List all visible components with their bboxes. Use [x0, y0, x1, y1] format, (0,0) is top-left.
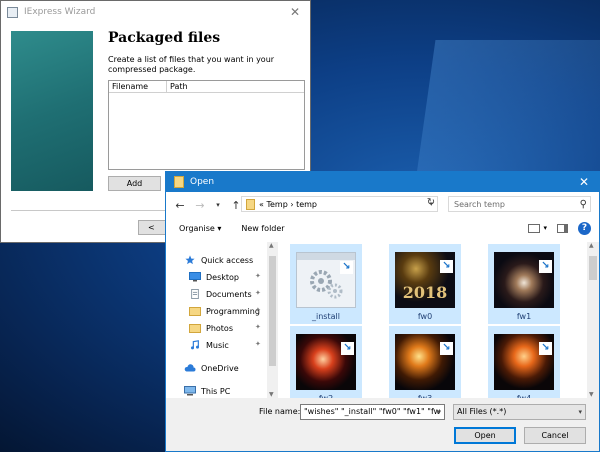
open-titlebar: Open ✕ [166, 172, 599, 192]
pin-icon[interactable]: ✦ [255, 323, 261, 331]
organise-button[interactable]: Organise ▾ [179, 224, 221, 233]
column-filename[interactable]: Filename [109, 81, 167, 92]
search-placeholder: Search temp [454, 199, 505, 209]
breadcrumb-separator: › [290, 199, 294, 209]
nav-item-music[interactable]: Music [189, 340, 229, 350]
search-input[interactable]: Search temp ⚲ [448, 196, 591, 212]
pin-icon[interactable]: ✦ [255, 272, 261, 280]
add-button[interactable]: Add [108, 176, 161, 191]
file-item-fw1[interactable]: ↘ fw1 [488, 244, 560, 324]
cloud-icon [184, 364, 196, 372]
cancel-button[interactable]: Cancel [524, 427, 586, 444]
scrollbar-thumb[interactable] [269, 256, 276, 366]
folder-icon [189, 324, 201, 333]
file-item-fw4[interactable]: ↘ fw4 [488, 326, 560, 398]
shortcut-arrow-icon: ↘ [341, 342, 354, 355]
file-list-header: Filename Path [109, 81, 304, 93]
iexpress-title: IExpress Wizard [24, 7, 96, 17]
recent-locations-icon[interactable]: ▾ [210, 201, 226, 209]
page-description: Create a list of files that you want in … [108, 55, 275, 74]
help-icon[interactable]: ? [578, 221, 591, 235]
file-label: _install [312, 312, 340, 321]
open-dialog: Open ✕ ← → ▾ ↑ « Temp › temp ▾ ↻ Search … [165, 171, 600, 452]
shortcut-arrow-icon: ↘ [539, 342, 552, 355]
iexpress-app-icon [7, 6, 18, 18]
wizard-side-banner [11, 31, 93, 191]
nav-item-desktop[interactable]: Desktop [189, 272, 239, 282]
divider [11, 210, 171, 211]
forward-arrow-icon[interactable]: → [192, 199, 208, 212]
nav-item-documents[interactable]: Documents [189, 289, 252, 299]
open-button[interactable]: Open [454, 427, 516, 444]
shortcut-arrow-icon: ↘ [539, 260, 552, 273]
desktop-icon [189, 272, 201, 282]
preview-pane-icon[interactable] [557, 223, 568, 233]
pin-icon[interactable]: ✦ [255, 289, 261, 297]
fireworks-orange-thumbnail: ↘ [494, 334, 554, 390]
fireworks-2018-thumbnail: 2018 ↘ [395, 252, 455, 308]
command-bar: Organise ▾ New folder ▾ ? [166, 218, 599, 238]
back-arrow-icon[interactable]: ← [172, 199, 188, 212]
fireworks-red-thumbnail: ↘ [296, 334, 356, 390]
shortcut-arrow-icon: ↘ [440, 260, 453, 273]
file-item-fw3[interactable]: ↘ fw3 [389, 326, 461, 398]
folder-icon [189, 307, 201, 316]
view-options-icon[interactable] [528, 223, 541, 233]
gears-icon: ↘ [296, 252, 356, 308]
pin-icon[interactable]: ✦ [255, 340, 261, 348]
chevron-down-icon[interactable]: ▾ [543, 224, 547, 232]
shortcut-arrow-icon: ↘ [440, 342, 453, 355]
file-name-label: File name: [259, 407, 301, 416]
address-bar[interactable]: « Temp › temp ▾ [241, 196, 438, 212]
file-label: fw0 [417, 312, 433, 321]
file-item-fw2[interactable]: ↘ fw2 [290, 326, 362, 398]
breadcrumb-overflow[interactable]: « [259, 200, 264, 209]
navigation-pane: Quick access Desktop ✦ Documents ✦ Progr… [166, 242, 278, 398]
folder-icon [174, 176, 184, 188]
file-grid-scrollbar[interactable]: ▲ ▼ [587, 242, 599, 398]
breadcrumb-item-temp[interactable]: temp [296, 200, 317, 209]
file-list[interactable]: Filename Path [108, 80, 305, 170]
nav-item-this-pc[interactable]: This PC [184, 386, 230, 396]
nav-item-quick-access[interactable]: Quick access [184, 255, 253, 265]
page-title: Packaged files [108, 30, 221, 46]
scroll-down-icon[interactable]: ▼ [589, 391, 594, 398]
computer-icon [184, 386, 196, 396]
iexpress-titlebar: IExpress Wizard ✕ [1, 1, 310, 23]
file-name-input[interactable]: "wishes" "_install" "fw0" "fw1" "fw ▾ [300, 404, 445, 420]
column-path[interactable]: Path [167, 81, 188, 92]
file-item-fw0[interactable]: 2018 ↘ fw0 [389, 244, 461, 324]
close-icon[interactable]: ✕ [280, 5, 310, 19]
nav-item-programming[interactable]: Programming [189, 306, 260, 316]
fireworks-gold-thumbnail: ↘ [395, 334, 455, 390]
nav-item-onedrive[interactable]: OneDrive [184, 363, 239, 373]
nav-item-photos[interactable]: Photos [189, 323, 233, 333]
scroll-up-icon[interactable]: ▲ [589, 242, 594, 249]
pin-icon[interactable]: ✦ [255, 306, 261, 314]
file-label: fw1 [516, 312, 532, 321]
dialog-footer: File name: "wishes" "_install" "fw0" "fw… [166, 398, 599, 451]
refresh-icon[interactable]: ↻ [424, 197, 438, 208]
svg-text:2018: 2018 [403, 283, 448, 302]
new-folder-button[interactable]: New folder [241, 224, 284, 233]
open-title: Open [190, 177, 215, 187]
scroll-down-icon[interactable]: ▼ [269, 391, 274, 398]
scrollbar-thumb[interactable] [589, 256, 597, 280]
search-icon[interactable]: ⚲ [580, 199, 587, 210]
folder-icon [246, 198, 255, 210]
chevron-down-icon: ▾ [578, 408, 582, 416]
documents-icon [191, 289, 199, 299]
fireworks-white-thumbnail: ↘ [494, 252, 554, 308]
breadcrumb-item-temp-parent[interactable]: Temp [266, 200, 287, 209]
navigation-scrollbar[interactable]: ▲ ▼ [267, 242, 278, 398]
file-grid: ↘ _install 2018 ↘ fw0 ↘ fw1 ↘ fw2 [282, 242, 587, 398]
star-icon [185, 255, 195, 265]
shortcut-arrow-icon: ↘ [340, 261, 353, 274]
file-item-install[interactable]: ↘ _install [290, 244, 362, 324]
scroll-up-icon[interactable]: ▲ [269, 242, 274, 249]
file-type-select[interactable]: All Files (*.*) ▾ [453, 404, 586, 420]
music-icon [191, 340, 199, 350]
chevron-down-icon[interactable]: ▾ [437, 405, 441, 419]
close-icon[interactable]: ✕ [569, 175, 599, 189]
